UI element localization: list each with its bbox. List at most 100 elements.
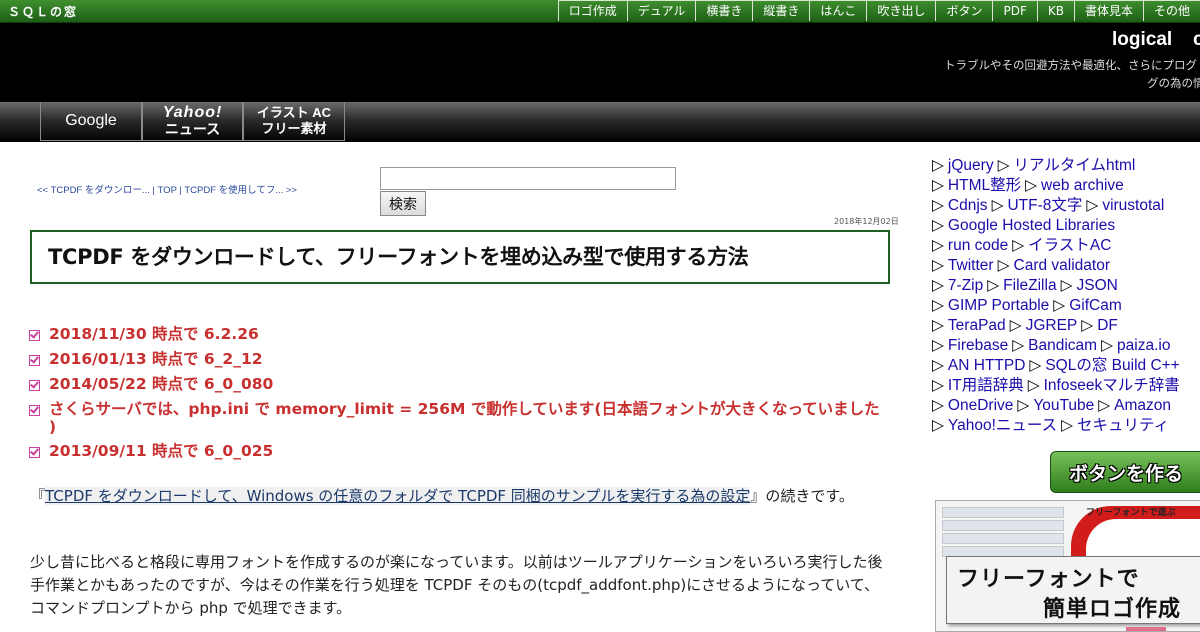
triangle-icon: ▷ bbox=[932, 217, 944, 234]
sidebar-link-row: ▷ Firebase ▷ Bandicam ▷ paiza.io bbox=[932, 336, 1200, 356]
sidebar-link[interactable]: GIMP Portable bbox=[948, 297, 1049, 314]
triangle-icon: ▷ bbox=[932, 197, 944, 214]
sidebar-links: ▷ jQuery ▷ リアルタイムhtml ▷ HTML整形 ▷ web archive ▷ Cd… bbox=[932, 156, 1200, 436]
sidebar-link[interactable]: SQLの窓 Build C++ bbox=[1045, 357, 1179, 374]
illust-ac-link[interactable]: イラスト AC フリー素材 bbox=[243, 102, 345, 141]
triangle-icon: ▷ bbox=[1060, 277, 1073, 294]
sidebar-link-row: ▷ jQuery ▷ リアルタイムhtml bbox=[932, 156, 1200, 176]
version-item: さくらサーバでは、php.ini で memory_limit = 256M で… bbox=[26, 400, 886, 436]
sidebar-link[interactable]: Bandicam bbox=[1028, 337, 1097, 354]
sidebar-link[interactable]: イラストAC bbox=[1028, 237, 1111, 254]
sidebar-link[interactable]: JGREP bbox=[1026, 317, 1078, 334]
sidebar-link[interactable]: JSON bbox=[1077, 277, 1118, 294]
sidebar-link-row: ▷ Yahoo!ニュース ▷ セキュリティ bbox=[932, 416, 1200, 436]
triangle-icon: ▷ bbox=[932, 297, 944, 314]
sidebar-link[interactable]: AN HTTPD bbox=[948, 357, 1026, 374]
sidebar-link[interactable]: TeraPad bbox=[948, 317, 1006, 334]
sidebar-link-row: ▷ GIMP Portable ▷ GifCam bbox=[932, 296, 1200, 316]
sidebar-link-row: ▷ Cdnjs ▷ UTF-8文字 ▷ virustotal bbox=[932, 196, 1200, 216]
sidebar-link[interactable]: Infoseekマルチ辞書 bbox=[1044, 377, 1180, 394]
ad-pink-bar bbox=[1126, 627, 1166, 631]
top-nav-balloon[interactable]: 吹き出し bbox=[866, 0, 936, 21]
triangle-icon: ▷ bbox=[1101, 337, 1114, 354]
sidebar-link-row: ▷ AN HTTPD ▷ SQLの窓 Build C++ bbox=[932, 356, 1200, 376]
sidebar-link[interactable]: DF bbox=[1097, 317, 1118, 334]
breadcrumb-prev[interactable]: << TCPDF をダウンロー... bbox=[37, 185, 150, 196]
breadcrumb-next[interactable]: TCPDF を使用してフ... >> bbox=[184, 185, 297, 196]
site-name[interactable]: ＳＱＬの窓 bbox=[8, 3, 78, 20]
illust-ac-label: イラスト AC bbox=[256, 105, 332, 120]
body-paragraph: 少し昔に比べると格段に専用フォントを作成するのが楽になっています。以前はツールア… bbox=[30, 553, 883, 617]
sidebar-link[interactable]: Cdnjs bbox=[948, 197, 988, 214]
ad-caption-line2: 簡単ロゴ作成 bbox=[1043, 596, 1182, 622]
sidebar-link[interactable]: Firebase bbox=[948, 337, 1008, 354]
sidebar-link[interactable]: HTML整形 bbox=[948, 177, 1021, 194]
sidebar-link[interactable]: jQuery bbox=[948, 157, 994, 174]
sidebar-link[interactable]: 7-Zip bbox=[948, 277, 983, 294]
make-button-banner[interactable]: ボタンを作る bbox=[1050, 451, 1200, 493]
site-header: logical c トラブルやその回避方法や最適化、さらにプログ グの為の情 bbox=[0, 23, 1200, 102]
triangle-icon: ▷ bbox=[1012, 337, 1025, 354]
top-nav-button[interactable]: ボタン bbox=[935, 0, 993, 21]
engine-bar: Google Yahoo! ニュース イラスト AC フリー素材 bbox=[0, 102, 1200, 142]
triangle-icon: ▷ bbox=[997, 157, 1010, 174]
sidebar-link[interactable]: Yahoo!ニュース bbox=[948, 417, 1057, 434]
breadcrumb-top[interactable]: TOP bbox=[158, 185, 177, 196]
triangle-icon: ▷ bbox=[932, 357, 944, 374]
sidebar-link[interactable]: paiza.io bbox=[1117, 337, 1170, 354]
top-nav-vertical[interactable]: 縦書き bbox=[752, 0, 810, 21]
sidebar-link[interactable]: セキュリティ bbox=[1077, 417, 1169, 434]
sidebar-link[interactable]: run code bbox=[948, 237, 1008, 254]
search-button[interactable]: 検索 bbox=[380, 191, 426, 216]
triangle-icon: ▷ bbox=[932, 317, 944, 334]
logo-maker-ad[interactable]: フリーフォントで遊ぶ フリーフォントで 簡単ロゴ作成 bbox=[935, 500, 1200, 632]
version-text: 2018/11/30 時点で 6.2.26 bbox=[49, 325, 259, 343]
version-item: 2018/11/30 時点で 6.2.26 bbox=[26, 325, 886, 344]
sidebar-link[interactable]: virustotal bbox=[1102, 197, 1164, 214]
sidebar-link[interactable]: Card validator bbox=[1014, 257, 1111, 274]
top-nav-logo[interactable]: ロゴ作成 bbox=[557, 0, 627, 21]
top-nav-stamp[interactable]: はんこ bbox=[809, 0, 867, 21]
sidebar-link[interactable]: UTF-8文字 bbox=[1007, 197, 1082, 214]
google-link[interactable]: Google bbox=[40, 102, 142, 141]
top-nav-horizontal[interactable]: 横書き bbox=[695, 0, 753, 21]
sidebar-link[interactable]: Amazon bbox=[1114, 397, 1171, 414]
sidebar-link[interactable]: FileZilla bbox=[1003, 277, 1056, 294]
version-text: 2013/09/11 時点で 6_0_025 bbox=[49, 442, 274, 460]
sidebar-link[interactable]: Twitter bbox=[948, 257, 994, 274]
triangle-icon: ▷ bbox=[1012, 237, 1025, 254]
sidebar-link-row: ▷ TeraPad ▷ JGREP ▷ DF bbox=[932, 316, 1200, 336]
triangle-icon: ▷ bbox=[932, 397, 944, 414]
title-box: TCPDF をダウンロードして、フリーフォントを埋め込み型で使用する方法 bbox=[30, 230, 890, 284]
triangle-icon: ▷ bbox=[1061, 417, 1074, 434]
sidebar-link[interactable]: OneDrive bbox=[948, 397, 1013, 414]
header-tagline-2: グの為の情 bbox=[1147, 76, 1200, 90]
top-nav-pdf[interactable]: PDF bbox=[992, 0, 1037, 21]
sidebar-link[interactable]: web archive bbox=[1041, 177, 1124, 194]
triangle-icon: ▷ bbox=[1029, 357, 1042, 374]
version-list: 2018/11/30 時点で 6.2.26 2016/01/13 時点で 6_2… bbox=[26, 325, 886, 467]
top-nav-dual[interactable]: デュアル bbox=[626, 0, 696, 21]
triangle-icon: ▷ bbox=[1009, 317, 1022, 334]
sidebar-link[interactable]: YouTube bbox=[1033, 397, 1094, 414]
triangle-icon: ▷ bbox=[932, 277, 944, 294]
yahoo-news-link[interactable]: Yahoo! ニュース bbox=[142, 102, 243, 141]
sidebar-link[interactable]: GifCam bbox=[1069, 297, 1122, 314]
checkbox-icon bbox=[29, 405, 40, 416]
top-nav-other[interactable]: その他 bbox=[1142, 0, 1200, 21]
search-input[interactable] bbox=[380, 167, 676, 190]
brand-title[interactable]: logical bbox=[1112, 29, 1172, 51]
breadcrumb: << TCPDF をダウンロー... | TOP | TCPDF を使用してフ.… bbox=[37, 182, 297, 196]
sidebar-link[interactable]: IT用語辞典 bbox=[948, 377, 1024, 394]
page-title: TCPDF をダウンロードして、フリーフォントを埋め込み型で使用する方法 bbox=[48, 245, 749, 269]
previous-article-link[interactable]: TCPDF をダウンロードして、Windows の任意のフォルダで TCPDF … bbox=[45, 487, 751, 505]
triangle-icon: ▷ bbox=[1025, 177, 1038, 194]
triangle-icon: ▷ bbox=[991, 197, 1004, 214]
sidebar-link[interactable]: Google Hosted Libraries bbox=[948, 217, 1115, 234]
sidebar-link-row: ▷ 7-Zip ▷ FileZilla ▷ JSON bbox=[932, 276, 1200, 296]
triangle-icon: ▷ bbox=[932, 377, 944, 394]
top-nav-kb[interactable]: KB bbox=[1036, 0, 1074, 21]
top-nav-font-samples[interactable]: 書体見本 bbox=[1073, 0, 1143, 21]
checkbox-icon bbox=[29, 330, 40, 341]
sidebar-link[interactable]: リアルタイムhtml bbox=[1014, 157, 1136, 174]
